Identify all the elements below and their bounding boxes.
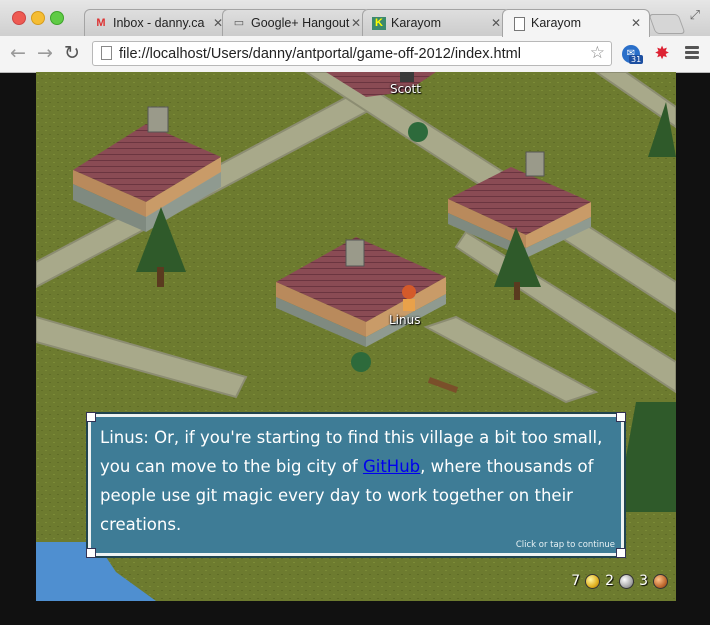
- currency-hud: 7 2 3: [571, 571, 668, 591]
- silver-count: 2: [605, 573, 615, 589]
- tab-label: Inbox - danny.ca: [113, 16, 205, 30]
- gold-coin-icon: [585, 573, 601, 589]
- tab-label: Google+ Hangout: [251, 16, 350, 30]
- game-canvas[interactable]: Scott Linus Linus: Or, if you're startin…: [36, 72, 676, 601]
- tab-close-icon[interactable]: ✕: [631, 16, 641, 30]
- tab-karayom[interactable]: K Karayom ✕: [362, 9, 510, 36]
- extension-badge: 31: [629, 55, 644, 64]
- page-icon: [514, 17, 525, 31]
- new-tab-button[interactable]: [648, 14, 686, 34]
- gmail-icon: M: [96, 17, 106, 29]
- url-input[interactable]: [119, 44, 579, 63]
- browser-toolbar: ← → ↻ ☆ ✉ 31 ✸: [0, 36, 710, 73]
- dialog-corner: [616, 548, 626, 558]
- tab-label: Karayom: [391, 16, 442, 30]
- dialog-text: Linus: Or, if you're starting to find th…: [100, 423, 612, 539]
- dialog-corner: [86, 548, 96, 558]
- tab-label: Karayom: [531, 16, 582, 30]
- tab-hangout[interactable]: ▭ Google+ Hangout ✕: [222, 9, 370, 36]
- silver-coin-icon: [619, 573, 635, 589]
- tab-close-icon[interactable]: ✕: [351, 16, 361, 30]
- address-bar[interactable]: ☆: [92, 41, 612, 66]
- bookmark-star-icon[interactable]: ☆: [590, 43, 605, 63]
- page-icon: [101, 46, 112, 60]
- character-name-scott: Scott: [390, 82, 421, 96]
- window-close-button[interactable]: [12, 11, 26, 25]
- menu-icon[interactable]: [685, 46, 699, 61]
- dialog-box[interactable]: Linus: Or, if you're starting to find th…: [86, 412, 626, 558]
- tab-karayom-active[interactable]: Karayom ✕: [502, 9, 650, 37]
- copper-count: 3: [639, 573, 648, 589]
- dialog-corner: [616, 412, 626, 422]
- calendar-extension-icon[interactable]: ✉ 31: [622, 45, 644, 64]
- window-zoom-button[interactable]: [50, 11, 64, 25]
- reload-icon[interactable]: ↻: [64, 42, 80, 64]
- hangouts-icon: ▭: [233, 17, 245, 29]
- character-name-linus: Linus: [389, 313, 421, 327]
- copper-coin-icon: [653, 573, 668, 589]
- window-minimize-button[interactable]: [31, 11, 45, 25]
- fullscreen-icon[interactable]: ⤢: [690, 8, 700, 23]
- character-scott: [400, 72, 414, 82]
- back-arrow-icon[interactable]: ←: [10, 42, 26, 64]
- continue-hint: Click or tap to continue: [515, 540, 615, 550]
- tab-close-icon[interactable]: ✕: [491, 16, 501, 30]
- forward-arrow-icon[interactable]: →: [37, 42, 53, 64]
- browser-titlebar: M Inbox - danny.ca ✕ ▭ Google+ Hangout ✕…: [0, 0, 710, 37]
- extension-burst-icon[interactable]: ✸: [652, 44, 672, 64]
- karayom-icon: K: [372, 17, 386, 30]
- dialog-corner: [86, 412, 96, 422]
- tab-inbox[interactable]: M Inbox - danny.ca ✕: [84, 9, 232, 36]
- github-link[interactable]: GitHub: [363, 457, 420, 476]
- gold-count: 7: [571, 573, 581, 589]
